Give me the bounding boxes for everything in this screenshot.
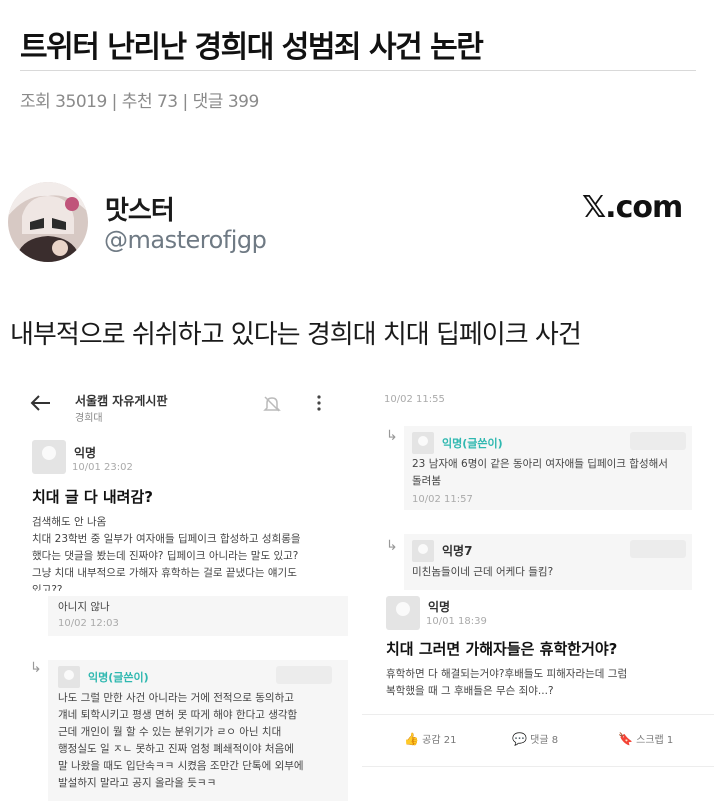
post-date: 10/01 18:39 [426,616,487,627]
post-avatar [386,596,420,630]
post-meta: 조회 35019 | 추천 73 | 댓글 399 [20,92,259,112]
title-divider [20,70,696,71]
comment-icon: 💬 [512,732,527,746]
x-logo[interactable]: 𝕏.com [582,190,683,225]
embedded-screenshot: 서울캠 자유게시판 경희대 익명 10/01 23:02 치대 글 다 내려감?… [0,376,714,801]
tweet-author-handle[interactable]: @masterofjgp [104,226,267,254]
post-date: 10/01 23:02 [72,462,133,473]
like-pill[interactable] [276,666,332,684]
reply-item: 익명(글쓴이) 23 남자애 6명이 같은 동아리 여자애들 딥페이크 합성해서… [404,426,692,510]
tweet-text: 내부적으로 쉬쉬하고 있다는 경희대 치대 딥페이크 사건 [10,320,582,350]
right-post-panel: 10/02 11:55 ↳ 익명(글쓴이) 23 남자애 6명이 같은 동아리 … [362,376,714,801]
post-body: 검색해도 안 나옴 치대 23학번 중 일부가 여자애들 딥페이크 합성하고 성… [32,516,301,591]
post-avatar [32,440,66,474]
bell-off-icon[interactable] [262,394,282,418]
comment-date: 10/02 11:55 [384,394,445,405]
post-title: 트위터 난리난 경희대 성범죄 사건 논란 [20,30,484,65]
back-arrow-icon[interactable] [30,394,52,416]
thumbs-up-icon: 👍 [404,732,419,746]
comment-item: 아니지 않나 10/02 12:03 [48,596,348,636]
comment-button[interactable]: 💬 댓글 8 [512,731,558,746]
board-title: 서울캠 자유게시판 [75,394,168,408]
reply-arrow-icon: ↳ [386,428,398,444]
avatar[interactable] [8,182,88,262]
like-button[interactable]: 👍 공감 21 [404,731,456,746]
scrap-button[interactable]: 🔖 스크랩 1 [618,731,673,746]
post-author: 익명 [74,446,97,460]
tweet-author-name[interactable]: 맛스터 [105,190,175,227]
like-pill[interactable] [630,432,686,450]
reply-item: 익명7 미친놈들이네 근데 어케다 들킴? [404,534,692,590]
left-post-panel: 서울캠 자유게시판 경희대 익명 10/01 23:02 치대 글 다 내려감?… [22,376,352,801]
post-body: 휴학하면 다 해결되는거야?후배들도 피해자라는데 그럼 복학했을 때 그 후배… [386,668,628,697]
reply-arrow-icon: ↳ [386,538,398,554]
reply-item: 익명(글쓴이) 나도 그럴 만한 사건 아니라는 거에 전적으로 동의하고 걔네… [48,660,348,801]
post-author: 익명 [428,600,451,614]
more-icon[interactable] [316,394,322,416]
reply-author: 익명(글쓴이) [88,671,149,684]
post-heading: 치대 글 다 내려감? [32,488,153,506]
reply-arrow-icon: ↳ [30,660,42,676]
bookmark-icon: 🔖 [618,732,633,746]
like-pill[interactable] [630,540,686,558]
reply-body: 나도 그럴 만한 사건 아니라는 거에 전적으로 동의하고 걔네 퇴학시키고 평… [58,692,304,789]
board-subtitle: 경희대 [75,413,103,424]
post-heading: 치대 그러면 가해자들은 휴학한거야? [386,640,618,658]
